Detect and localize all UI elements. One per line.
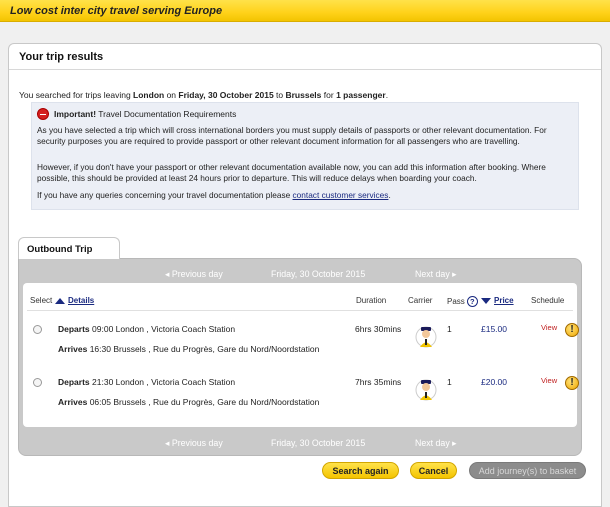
search-summary-to: to <box>273 90 286 100</box>
search-summary-for: for <box>321 90 337 100</box>
column-header-select: Select <box>30 296 53 305</box>
search-summary-suffix: . <box>385 90 389 100</box>
trip-results-table: Select Details Duration Carrier Pass ? P… <box>23 283 579 427</box>
notice-heading: Important! Travel Documentation Requirem… <box>37 108 236 120</box>
search-destination: Brussels <box>285 90 322 100</box>
contact-customer-services-link[interactable]: contact customer services <box>293 190 389 200</box>
results-title-bar: Your trip results <box>9 44 601 70</box>
schedule-view-link[interactable]: View <box>541 323 557 332</box>
tab-outbound-trip-label: Outbound Trip <box>27 244 93 255</box>
trip-duration: 6hrs 30mins <box>355 324 402 334</box>
departure-info: Departs 21:30 London , Victoria Coach St… <box>58 377 235 387</box>
tab-outbound-trip[interactable]: Outbound Trip <box>18 237 120 259</box>
passenger-count: 1 <box>447 324 452 334</box>
next-day-link[interactable]: Next day ▸ <box>415 438 457 449</box>
notice-paragraph-3-text: If you have any queries concerning your … <box>37 190 293 200</box>
search-origin: London <box>133 90 165 100</box>
help-icon[interactable]: ? <box>466 296 478 307</box>
departure-place: London , Victoria Coach Station <box>113 377 236 387</box>
departure-info: Departs 09:00 London , Victoria Coach St… <box>58 324 235 334</box>
warning-icon[interactable]: ! <box>565 376 579 390</box>
site-banner: Low cost inter city travel serving Europ… <box>0 0 610 22</box>
table-row: Departs 21:30 London , Victoria Coach St… <box>23 372 579 422</box>
arrival-time: 16:30 <box>89 344 111 354</box>
notice-title: Important! <box>54 109 97 119</box>
sort-ascending-icon <box>55 297 65 304</box>
notice-paragraph-2: However, if you don't have your passport… <box>37 162 546 183</box>
column-header-pass: Pass ? <box>447 296 478 307</box>
trip-price: £20.00 <box>481 377 507 387</box>
schedule-view-link[interactable]: View <box>541 376 557 385</box>
current-day-label: Friday, 30 October 2015 <box>271 269 366 279</box>
column-header-price[interactable]: Price <box>481 296 514 305</box>
price-sort-link[interactable]: Price <box>494 296 514 305</box>
page-title: Your trip results <box>19 51 104 63</box>
column-header-duration: Duration <box>356 296 387 305</box>
day-navigation-bottom: ◂ Previous day Friday, 30 October 2015 N… <box>19 433 581 453</box>
arrives-label: Arrives <box>58 344 88 354</box>
arrival-place: Brussels , Rue du Progrès, Gare du Nord/… <box>110 397 320 407</box>
arrival-time: 06:05 <box>89 397 111 407</box>
day-navigation-top: ◂ Previous day Friday, 30 October 2015 N… <box>19 264 581 284</box>
departure-time: 21:30 <box>92 377 114 387</box>
arrival-info: Arrives 06:05 Brussels , Rue du Progrès,… <box>58 397 319 407</box>
sort-descending-icon <box>481 297 491 304</box>
search-date: Friday, 30 October 2015 <box>178 90 274 100</box>
arrival-place: Brussels , Rue du Progrès, Gare du Nord/… <box>110 344 320 354</box>
stop-icon <box>37 108 49 120</box>
outbound-trip-panel: ◂ Previous day Friday, 30 October 2015 N… <box>18 258 582 456</box>
results-container: Your trip results You searched for trips… <box>8 43 602 507</box>
previous-day-link[interactable]: ◂ Previous day <box>165 438 223 449</box>
column-header-details[interactable]: Details <box>55 296 94 305</box>
next-day-link[interactable]: Next day ▸ <box>415 269 457 280</box>
departs-label: Departs <box>58 324 90 334</box>
column-header-pass-label: Pass <box>447 297 465 306</box>
notice-subtitle: Travel Documentation Requirements <box>96 109 237 119</box>
departure-place: London , Victoria Coach Station <box>113 324 236 334</box>
trip-select-radio[interactable] <box>33 378 42 387</box>
table-row: Departs 09:00 London , Victoria Coach St… <box>23 319 579 369</box>
search-summary: You searched for trips leaving London on… <box>19 90 388 100</box>
search-summary-on: on <box>164 90 179 100</box>
site-tagline: Low cost inter city travel serving Europ… <box>10 5 223 17</box>
coach-driver-icon <box>415 379 437 401</box>
add-to-basket-button[interactable]: Add journey(s) to basket <box>469 462 586 479</box>
search-summary-prefix: You searched for trips leaving <box>19 90 134 100</box>
header-divider <box>27 310 573 311</box>
cancel-button[interactable]: Cancel <box>410 462 457 479</box>
column-header-schedule: Schedule <box>531 296 565 305</box>
passenger-count: 1 <box>447 377 452 387</box>
trip-select-radio[interactable] <box>33 325 42 334</box>
trip-duration: 7hrs 35mins <box>355 377 402 387</box>
warning-icon[interactable]: ! <box>565 323 579 337</box>
coach-driver-icon <box>415 326 437 348</box>
search-passengers: 1 passenger <box>336 90 386 100</box>
details-sort-link[interactable]: Details <box>68 296 94 305</box>
column-header-carrier: Carrier <box>408 296 433 305</box>
search-again-button[interactable]: Search again <box>322 462 399 479</box>
arrives-label: Arrives <box>58 397 88 407</box>
travel-documentation-notice: Important! Travel Documentation Requirem… <box>31 102 579 210</box>
trip-price: £15.00 <box>481 324 507 334</box>
notice-paragraph-3-suffix: . <box>388 190 391 200</box>
departure-time: 09:00 <box>92 324 114 334</box>
arrival-info: Arrives 16:30 Brussels , Rue du Progrès,… <box>58 344 319 354</box>
notice-paragraph-1: As you have selected a trip which will c… <box>37 125 547 146</box>
departs-label: Departs <box>58 377 90 387</box>
notice-paragraph-3: If you have any queries concerning your … <box>37 190 575 201</box>
previous-day-link[interactable]: ◂ Previous day <box>165 269 223 280</box>
current-day-label: Friday, 30 October 2015 <box>271 438 366 448</box>
